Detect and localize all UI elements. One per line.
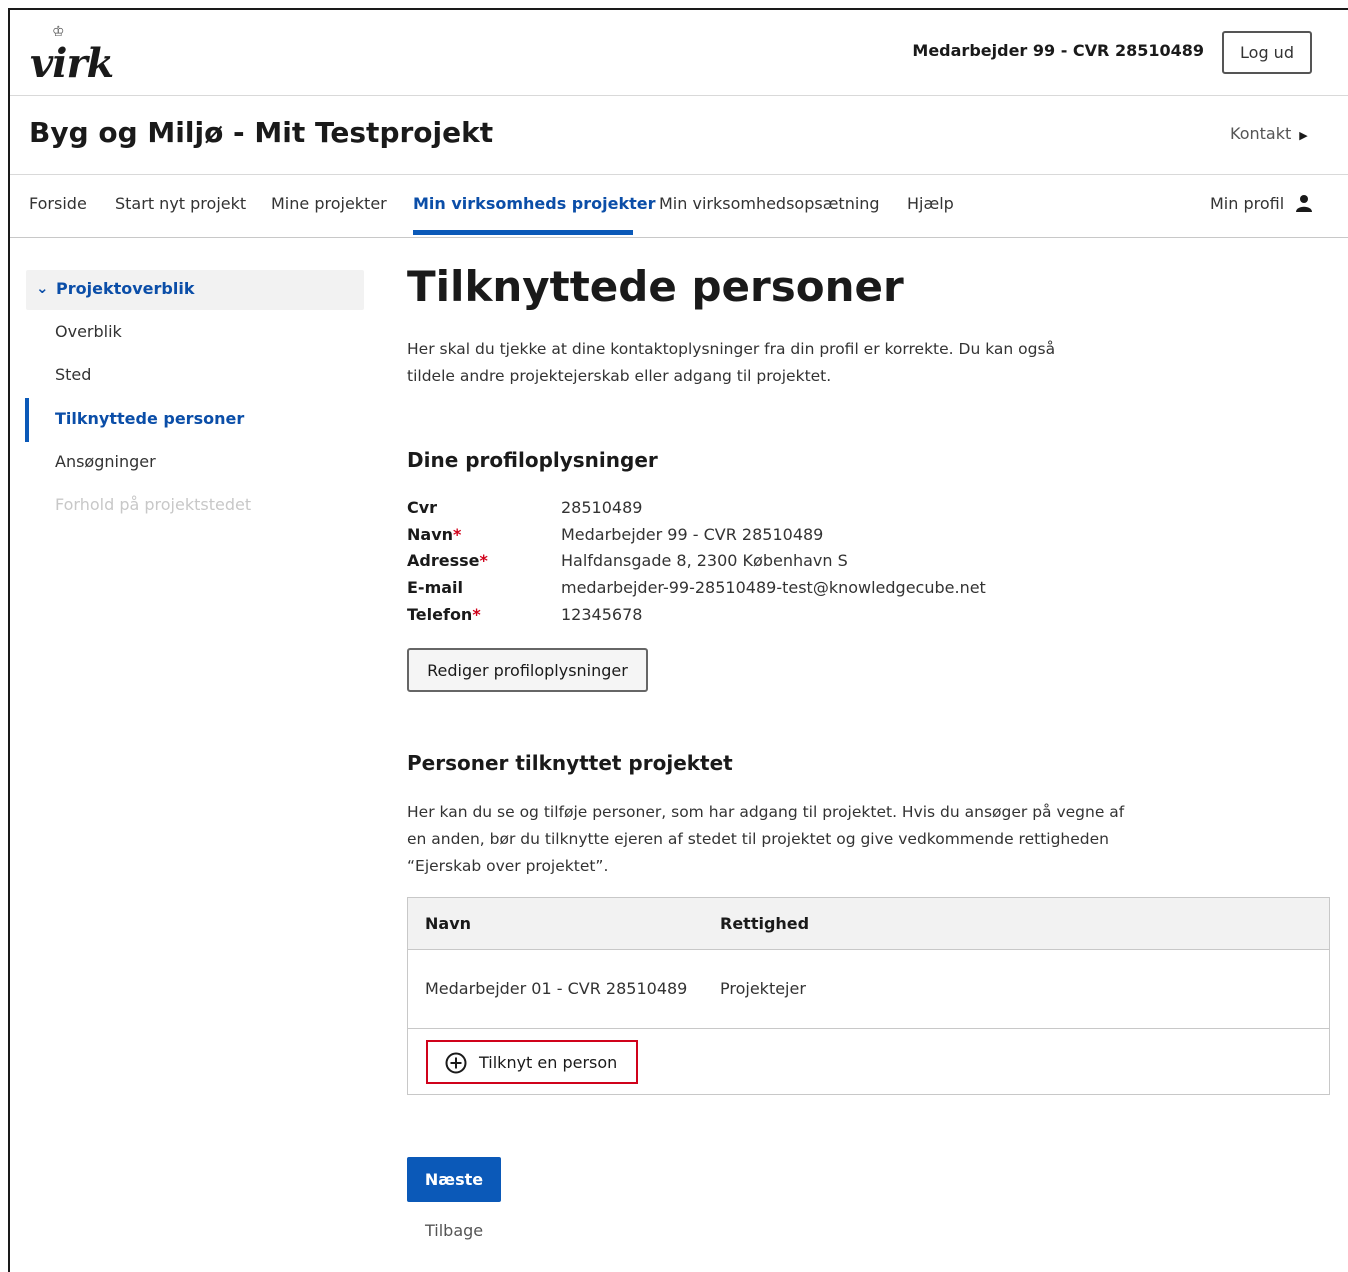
contact-link[interactable]: Kontakt ▶: [1230, 124, 1308, 143]
persons-section-intro: Her kan du se og tilføje personer, som h…: [407, 803, 1125, 875]
field-label-telefon: Telefon*: [407, 605, 481, 624]
next-button[interactable]: Næste: [407, 1157, 501, 1202]
table-header: Navn Rettighed: [408, 898, 1329, 950]
field-value-telefon: 12345678: [561, 605, 643, 624]
required-mark: *: [453, 525, 462, 544]
nav-item-mine-projekter[interactable]: Mine projekter: [271, 194, 387, 213]
logout-button[interactable]: Log ud: [1222, 31, 1312, 74]
back-link[interactable]: Tilbage: [425, 1221, 483, 1240]
field-value-email: medarbejder-99-28510489-test@knowledgecu…: [561, 578, 986, 597]
person-icon: [1296, 195, 1313, 212]
sidebar-item-tilknyttede-personer[interactable]: Tilknyttede personer: [55, 409, 244, 428]
nav-item-min-virksomhedsopsaetning[interactable]: Min virksomhedsopsætning: [659, 194, 880, 213]
nav-item-forside[interactable]: Forside: [29, 194, 87, 213]
page-intro: Her skal du tjekke at dine kontaktoplysn…: [407, 340, 1056, 385]
plus-circle-icon: [445, 1052, 467, 1074]
virk-logo[interactable]: ♔ virk: [30, 24, 120, 86]
top-header: ♔ virk Medarbejder 99 - CVR 28510489 Log…: [10, 10, 1348, 96]
crown-icon: ♔: [52, 24, 65, 40]
edit-profile-button[interactable]: Rediger profiloplysninger: [407, 648, 648, 692]
field-value-navn: Medarbejder 99 - CVR 28510489: [561, 525, 824, 544]
profile-label: Min profil: [1210, 194, 1285, 213]
sidebar-item-overblik[interactable]: Overblik: [55, 322, 122, 341]
nav-item-start-nyt-projekt[interactable]: Start nyt projekt: [115, 194, 246, 213]
field-label-navn: Navn*: [407, 525, 462, 544]
required-mark: *: [472, 605, 481, 624]
column-header-rettighed: Rettighed: [720, 914, 810, 933]
title-bar: Byg og Miljø - Mit Testprojekt Kontakt ▶: [10, 97, 1348, 175]
table-row: Medarbejder 01 - CVR 28510489 Projekteje…: [408, 951, 1329, 1029]
field-label-cvr: Cvr: [407, 498, 438, 517]
cell-rettighed: Projektejer: [720, 979, 806, 998]
chevron-down-icon: ⌄: [36, 279, 49, 297]
field-value-cvr: 28510489: [561, 498, 643, 517]
profile-section-heading: Dine profiloplysninger: [407, 448, 658, 472]
persons-table: Navn Rettighed Medarbejder 01 - CVR 2851…: [407, 897, 1330, 1095]
cell-navn: Medarbejder 01 - CVR 28510489: [425, 979, 688, 998]
persons-section-heading: Personer tilknyttet projektet: [407, 751, 733, 775]
sidebar-active-indicator: [25, 398, 29, 442]
sidebar-heading-label: Projektoverblik: [56, 279, 195, 298]
add-person-button[interactable]: Tilknyt en person: [426, 1040, 638, 1084]
nav-item-min-virksomheds-projekter[interactable]: Min virksomheds projekter: [413, 194, 656, 213]
caret-right-icon: ▶: [1299, 129, 1308, 142]
contact-label: Kontakt: [1230, 124, 1292, 143]
sidebar-item-forhold-paa-projektstedet: Forhold på projektstedet: [55, 495, 252, 514]
page-title: Tilknyttede personer: [407, 262, 904, 311]
main-nav: Forside Start nyt projekt Mine projekter…: [10, 176, 1348, 238]
field-label-email: E-mail: [407, 578, 464, 597]
field-label-adresse: Adresse*: [407, 551, 488, 570]
sidebar-heading-projektoverblik[interactable]: ⌄ Projektoverblik: [26, 270, 364, 310]
profile-link[interactable]: Min profil: [1210, 194, 1313, 213]
current-user-label: Medarbejder 99 - CVR 28510489: [912, 41, 1204, 60]
field-value-adresse: Halfdansgade 8, 2300 København S: [561, 551, 848, 570]
nav-item-hjaelp[interactable]: Hjælp: [907, 194, 954, 213]
column-header-navn: Navn: [425, 914, 472, 933]
page-app-title: Byg og Miljø - Mit Testprojekt: [29, 116, 494, 149]
required-mark: *: [479, 551, 488, 570]
active-tab-indicator: [413, 230, 633, 235]
add-person-label: Tilknyt en person: [479, 1053, 618, 1072]
logo-text: virk: [30, 40, 114, 87]
sidebar-item-sted[interactable]: Sted: [55, 365, 91, 384]
sidebar-item-ansoegninger[interactable]: Ansøgninger: [55, 452, 156, 471]
